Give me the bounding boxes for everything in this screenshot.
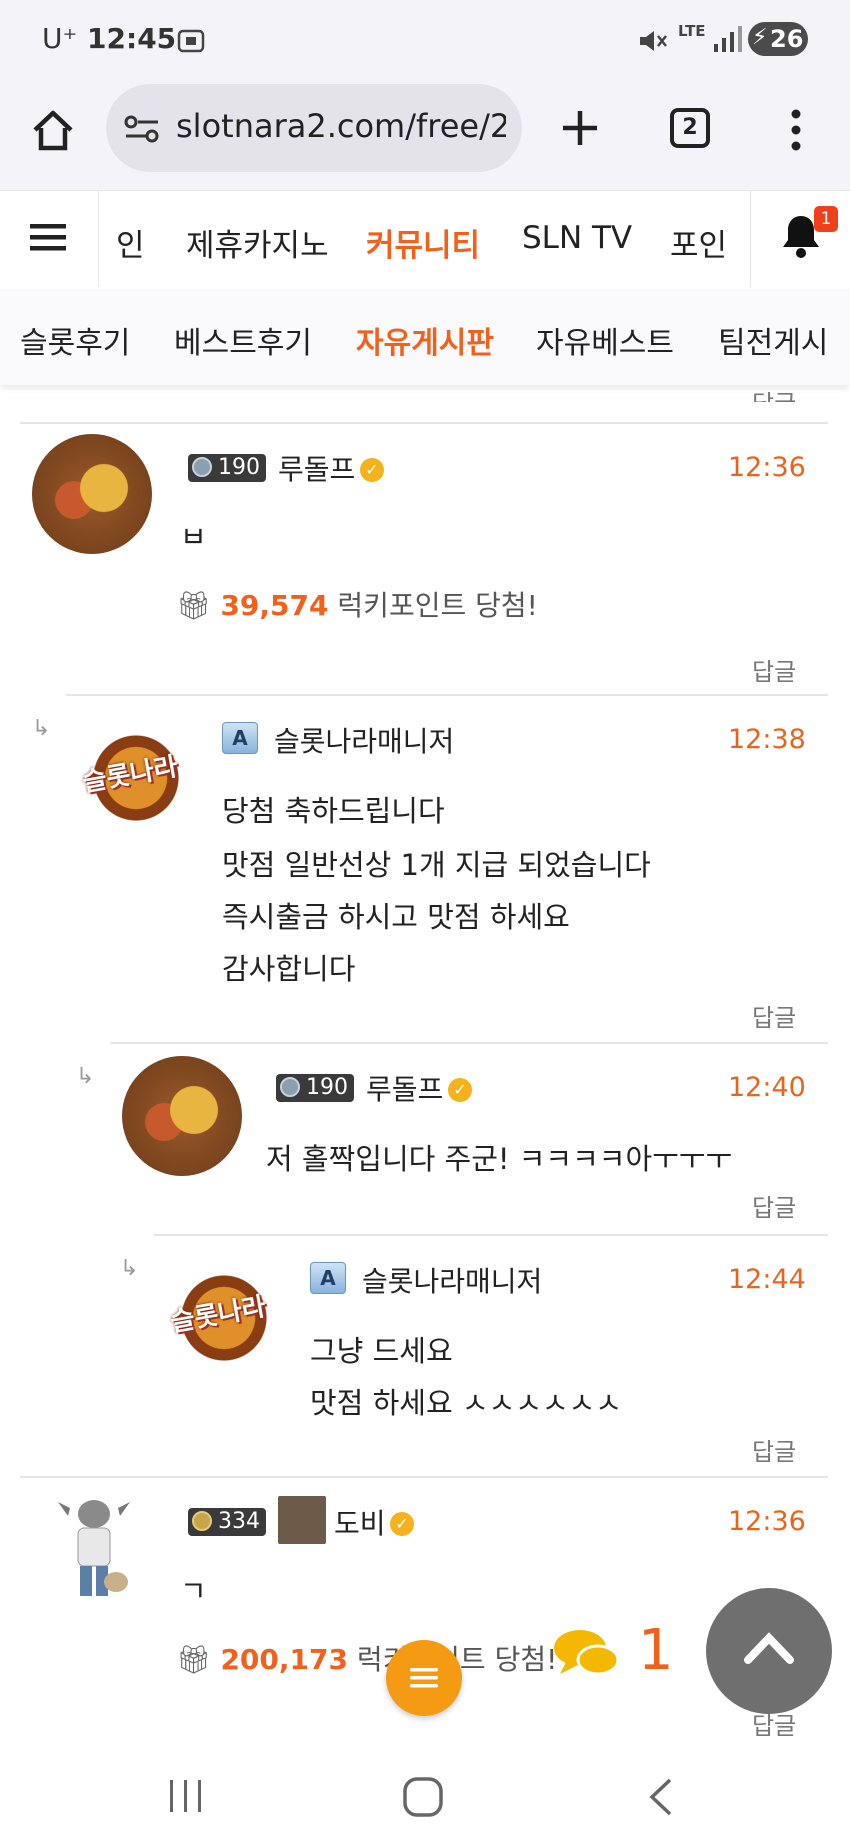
comment-reply: ↳ 슬롯나라 A 슬롯나라매니저 12:44 그냥 드세요 맛점 하세요 ㅅㅅㅅ… [0,1236,850,1476]
subnav-item-free-best[interactable]: 자유베스트 [536,318,674,362]
comment-text: 저 홀짝입니다 주군! ㅋㅋㅋㅋ아ㅜㅜㅜ [266,1142,733,1176]
nav-item-prev[interactable]: 인 [116,220,145,265]
mute-icon [640,31,667,51]
level-value: 334 [218,1509,260,1534]
author-name[interactable]: 슬롯나라매니저 [362,1260,542,1300]
more-options-icon[interactable] [786,108,806,152]
nav-item-partner-casino[interactable]: 제휴카지노 [186,220,329,265]
nav-item-sln-tv[interactable]: SLN TV [522,220,632,256]
gift-icon: 🎁︎ [176,1643,212,1676]
nav-divider [750,191,751,287]
avatar[interactable] [56,1496,132,1604]
comment-time: 12:40 [728,1072,806,1103]
url-text[interactable]: slotnara2.com/free/2 [176,107,506,145]
list-icon [410,1668,438,1688]
comment-text: ㅂ [180,520,207,554]
status-time: U⁺ 12:45 [42,22,176,55]
tab-count: 2 [682,115,698,140]
comment-text-line: 맛점 일반선상 1개 지급 되었습니다 [222,848,651,882]
reply-arrow-icon: ↳ [120,1256,139,1281]
author-name[interactable]: 슬롯나라매니저 [274,720,454,760]
reply-button[interactable]: 답글 [752,1432,796,1467]
notification-badge: 1 [814,206,838,232]
avatar[interactable]: 슬롯나라 [74,716,198,840]
subnav-item-team-board[interactable]: 팀전게시 [718,318,850,362]
carrier-label: U⁺ [42,22,78,55]
lucky-amount: 39,574 [220,589,329,622]
signal-icon [714,26,742,52]
subnav-item-best-review[interactable]: 베스트후기 [174,318,312,362]
new-tab-icon[interactable] [560,108,600,148]
home-button-icon[interactable] [402,1776,444,1818]
hamburger-menu-icon[interactable] [30,222,68,254]
site-settings-icon[interactable] [124,114,160,144]
level-value: 190 [218,455,260,480]
tab-switcher-button[interactable]: 2 [670,108,710,148]
verified-icon: ✓ [360,458,384,482]
nav-item-community[interactable]: 커뮤니티 [366,220,480,265]
reply-button[interactable]: 답글 [752,652,796,687]
back-icon[interactable] [646,1776,676,1818]
comment-reply: ↳ 190 루돌프 ✓ 12:40 저 홀짝입니다 주군! ㅋㅋㅋㅋ아ㅜㅜㅜ 답… [0,1044,850,1234]
comment-text: ㄱ [180,1574,207,1608]
lucky-point-line: 🎁︎ 200,173 럭키포인트 당첨! [176,1638,557,1678]
floating-menu-button[interactable] [386,1640,462,1716]
level-badge: 190 [276,1074,354,1102]
author-name[interactable]: 루돌프 [366,1068,443,1108]
author-name[interactable]: 도비 [334,1502,386,1542]
status-bar: U⁺ 12:45 LTE ⚡ 26 [0,0,850,80]
subnav-item-slot-review[interactable]: 슬롯후기 [20,318,130,362]
verified-icon: ✓ [448,1078,472,1102]
comment-text-line: 즉시출금 하시고 맛점 하세요 [222,900,570,934]
nav-divider [98,191,99,287]
verified-icon: ✓ [390,1512,414,1536]
level-badge: 334 [188,1508,266,1536]
reply-button[interactable]: 답글 [752,384,796,402]
nav-item-point[interactable]: 포인 [670,220,730,265]
comment-time: 12:36 [728,452,806,483]
reply-button[interactable]: 답글 [752,998,796,1033]
comment-text-line: 감사합니다 [222,952,356,986]
home-icon[interactable] [30,108,76,152]
clock: 12:45 [87,22,177,55]
reply-arrow-icon: ↳ [76,1064,95,1089]
lucky-text: 럭키포인트 당첨! [337,589,538,622]
system-navigation-bar [0,1748,850,1842]
avatar[interactable] [122,1056,242,1176]
reply-arrow-icon: ↳ [32,716,51,741]
gift-icon: 🎁︎ [176,589,212,622]
comment-time: 12:38 [728,724,806,755]
comment: 190 루돌프 ✓ 12:36 ㅂ 🎁︎ 39,574 럭키포인트 당첨! 답글 [0,424,850,694]
battery-level: 26 [770,25,804,53]
level-badge: 190 [188,454,266,482]
comment-text-line: 당첨 축하드립니다 [222,794,445,828]
comment-time: 12:36 [728,1506,806,1537]
comment-text-line: 맛점 하세요 ㅅㅅㅅㅅㅅㅅ [310,1386,622,1420]
user-icon-image [278,1496,326,1544]
scroll-to-top-button[interactable] [706,1588,832,1714]
avatar[interactable]: 슬롯나라 [162,1256,286,1380]
chat-bubbles-icon [554,1630,620,1676]
lucky-amount: 200,173 [220,1643,348,1676]
chat-button[interactable]: 1 [552,1618,692,1690]
avatar[interactable] [32,434,152,554]
comment-time: 12:44 [728,1264,806,1295]
level-value: 190 [306,1075,348,1100]
screenshot-icon [177,29,205,53]
author-name[interactable]: 루돌프 [278,448,355,488]
reply-button[interactable]: 답글 [752,1188,796,1223]
comment-reply: ↳ 슬롯나라 A 슬롯나라매니저 12:38 당첨 축하드립니다 맛점 일반선상… [0,696,850,1042]
recent-apps-icon[interactable] [168,1778,204,1814]
admin-badge-icon: A [222,722,258,754]
battery-icon: ⚡ 26 [748,22,808,56]
lucky-point-line: 🎁︎ 39,574 럭키포인트 당첨! [176,584,538,624]
admin-badge-icon: A [310,1262,346,1294]
subnav-item-free-board[interactable]: 자유게시판 [356,318,494,362]
network-label: LTE [678,22,706,40]
chat-count: 1 [638,1618,674,1683]
comment-text-line: 그냥 드세요 [310,1334,453,1368]
chevron-up-icon [744,1632,794,1664]
